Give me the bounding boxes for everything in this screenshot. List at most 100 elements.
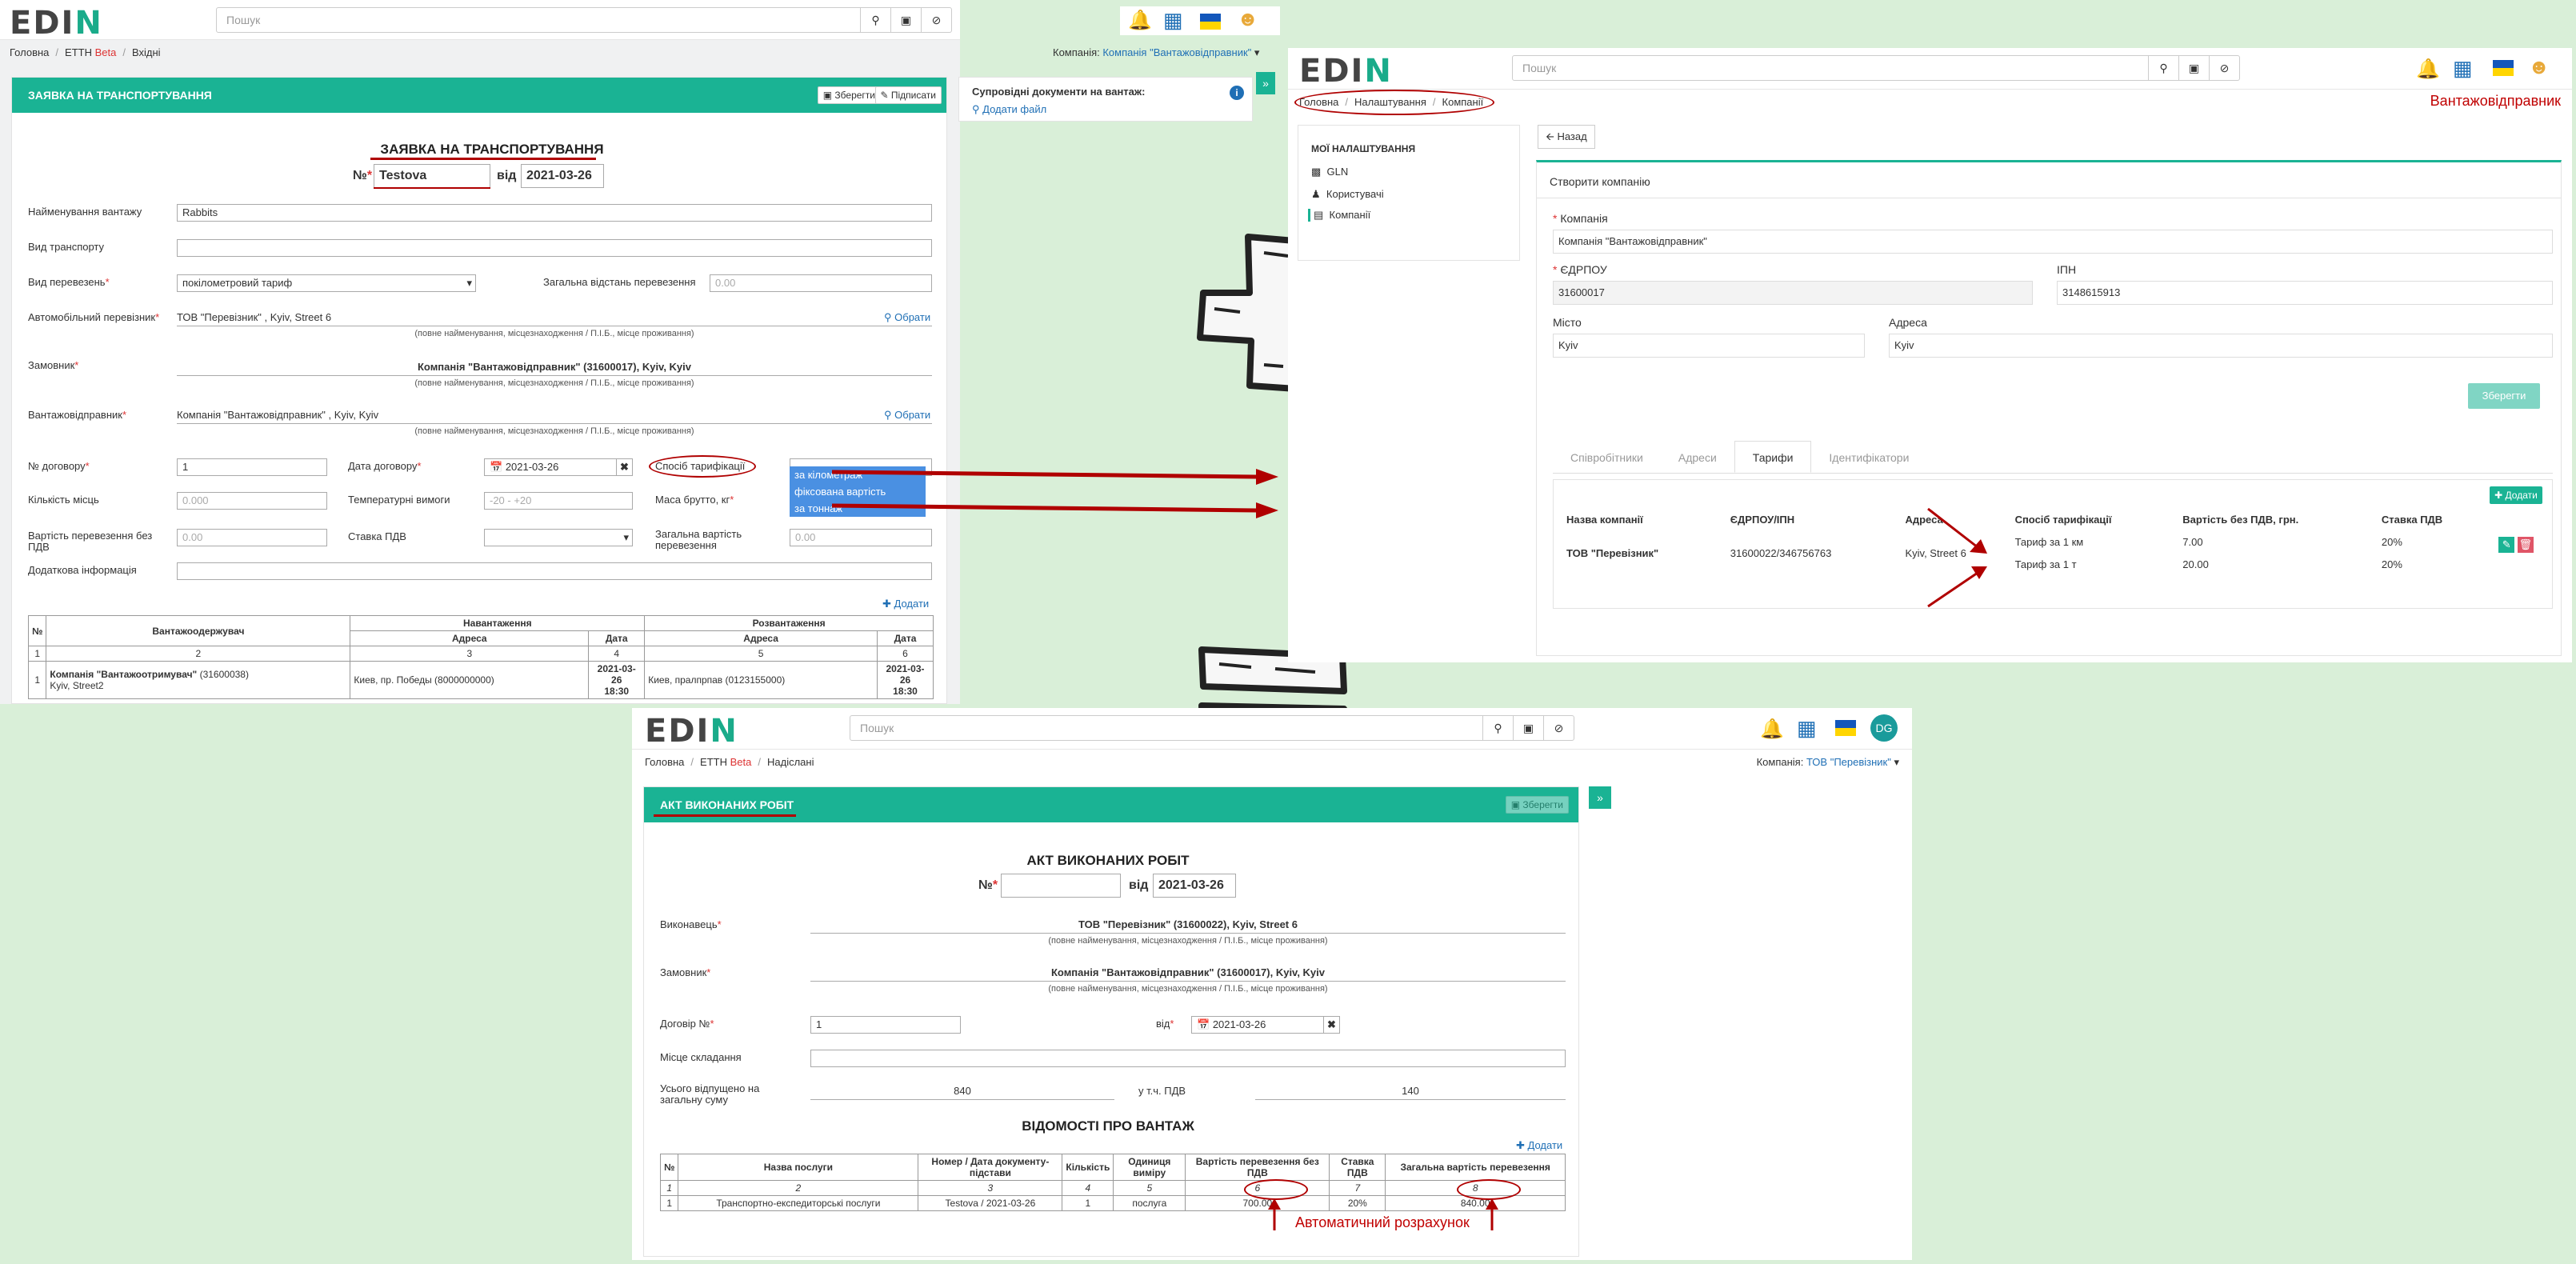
crumb-home[interactable]: Головна <box>645 756 684 768</box>
company-selector[interactable]: Компанія: ТОВ "Перевізник" ▾ <box>1757 756 1899 769</box>
ukraine-flag-icon[interactable] <box>1200 14 1221 30</box>
company-selector-shot1[interactable]: Компанія: Компанія "Вантажовідправник" ▾ <box>1053 46 1259 59</box>
ukraine-flag-icon[interactable] <box>2493 60 2514 76</box>
crumb-sent[interactable]: Надіслані <box>767 756 814 768</box>
collapse-side-button[interactable]: » <box>1589 786 1611 809</box>
ipn-input[interactable]: 3148615913 <box>2057 281 2553 305</box>
extra-info-input[interactable] <box>177 562 932 580</box>
company-tabs: Співробітники Адреси Тарифи Ідентифікатори <box>1553 441 2553 474</box>
search-input[interactable]: Пошук <box>226 14 260 26</box>
bell-icon[interactable]: 🔔 <box>1760 718 1784 741</box>
user-avatar-icon[interactable]: ☻ <box>2528 54 2550 79</box>
crumb-inbox[interactable]: Вхідні <box>132 46 161 58</box>
crumb-ettn[interactable]: ЕТТН <box>700 756 727 768</box>
clear-icon[interactable]: ⊘ <box>2209 56 2239 80</box>
sidebar-item-gln[interactable]: ▩ GLN <box>1311 166 1348 178</box>
user-avatar[interactable]: DG <box>1870 714 1898 742</box>
sidebar-item-users[interactable]: ♟ Користувачі <box>1311 188 1384 201</box>
edin-logo[interactable]: EDIN <box>10 5 103 42</box>
customer-label: Замовник* <box>660 966 711 978</box>
places-input[interactable]: 0.000 <box>177 492 327 510</box>
company-input[interactable]: Компанія "Вантажовідправник" <box>1553 230 2553 254</box>
search-input[interactable]: Пошук <box>860 722 894 734</box>
info-icon[interactable]: i <box>1230 86 1244 100</box>
collage: { "shot1": { "logo": "EDIN", "search_pla… <box>0 0 2576 1264</box>
search-bar[interactable]: Пошук ⚲ ▣ ⊘ <box>216 7 952 33</box>
date-input[interactable]: 2021-03-26 <box>521 164 604 188</box>
clear-date-icon[interactable]: ✖ <box>616 459 632 475</box>
crumb-ettn[interactable]: ЕТТН <box>65 46 92 58</box>
clear-icon[interactable]: ⊘ <box>1543 716 1574 740</box>
address-input[interactable]: Kyiv <box>1889 334 2553 358</box>
tab-employees[interactable]: Співробітники <box>1553 442 1661 474</box>
tariff-method-highlight <box>649 455 756 478</box>
save-button[interactable]: ▣ Зберегти <box>817 86 881 104</box>
search-bar[interactable]: Пошук ⚲ ▣ ⊘ <box>850 715 1574 741</box>
shipper-choose-link[interactable]: ⚲ Обрати <box>884 409 930 422</box>
sidebar-title: МОЇ НАЛАШТУВАННЯ <box>1311 143 1416 154</box>
total-cost-label: Загальна вартість перевезення <box>655 528 742 551</box>
cargo-name-input[interactable]: Rabbits <box>177 204 932 222</box>
bell-icon[interactable]: 🔔 <box>1128 9 1152 32</box>
vat-rate-select[interactable]: ▾ <box>484 529 633 546</box>
search-bar[interactable]: Пошук ⚲ ▣ ⊘ <box>1512 55 2240 81</box>
user-avatar-icon[interactable]: ☻ <box>1237 6 1258 31</box>
apps-grid-icon[interactable]: ▦ <box>1797 716 1817 741</box>
crumb-home[interactable]: Головна <box>10 46 49 58</box>
apps-grid-icon[interactable]: ▦ <box>1163 8 1183 33</box>
place-input[interactable] <box>810 1050 1566 1067</box>
save-icon[interactable]: ▣ <box>2178 56 2209 80</box>
number-input[interactable]: Testova <box>374 164 490 188</box>
carrier-choose-link[interactable]: ⚲ Обрати <box>884 311 930 324</box>
add-tariff-button[interactable]: ✚ Додати <box>2490 486 2542 504</box>
back-button[interactable]: 🡨 Назад <box>1538 125 1595 149</box>
contract-date-input[interactable]: 📅 2021-03-26 ✖ <box>484 458 633 476</box>
date-input[interactable]: 2021-03-26 <box>1153 874 1236 898</box>
search-input[interactable]: Пошук <box>1522 62 1556 74</box>
contract-date-input[interactable]: 📅 2021-03-26 ✖ <box>1191 1016 1340 1034</box>
routes-table: № Вантажоодержувач Навантаження Розвантажен… <box>27 615 934 699</box>
tab-identifiers[interactable]: Ідентифікатори <box>1811 442 1926 474</box>
edin-logo[interactable]: EDIN <box>1299 53 1393 90</box>
edin-logo[interactable]: EDIN <box>645 713 738 750</box>
contract-label: Договір №* <box>660 1018 714 1030</box>
add-row-link[interactable]: ✚ Додати <box>882 598 929 610</box>
add-row-link[interactable]: ✚ Додати <box>1516 1139 1562 1152</box>
delete-icon[interactable]: 🗑 <box>2517 537 2534 553</box>
search-icon[interactable]: ⚲ <box>1482 716 1513 740</box>
top-bar: EDIN Пошук ⚲ ▣ ⊘ <box>0 0 960 42</box>
clear-date-icon[interactable]: ✖ <box>1323 1017 1339 1033</box>
carriage-kind-select[interactable]: покілометровий тариф ▾ <box>177 274 476 292</box>
tab-addresses[interactable]: Адреси <box>1661 442 1734 474</box>
sign-button[interactable]: ✎ Підписати <box>874 86 942 104</box>
total-cost-input[interactable]: 0.00 <box>790 529 932 546</box>
apps-grid-icon[interactable]: ▦ <box>2453 56 2473 81</box>
tab-tariffs[interactable]: Тарифи <box>1734 441 1812 473</box>
collapse-side-button[interactable]: » <box>1256 72 1275 94</box>
save-button[interactable]: ▣ Зберегти <box>1505 796 1569 814</box>
save-icon[interactable]: ▣ <box>1513 716 1543 740</box>
table-row[interactable]: 1 Компанія "Вантажоотримувач" (31600038)… <box>27 661 934 699</box>
sidebar-item-companies[interactable]: ▤ Компанії <box>1308 209 1508 222</box>
search-icon[interactable]: ⚲ <box>860 8 890 32</box>
clear-icon[interactable]: ⊘ <box>921 8 951 32</box>
executor-value: ТОВ "Перевізник" (31600022), Kyiv, Stree… <box>810 917 1566 934</box>
contract-input[interactable]: 1 <box>810 1016 961 1034</box>
number-input[interactable] <box>1001 874 1121 898</box>
transport-kind-input[interactable] <box>177 239 932 257</box>
places-label: Кількість місць <box>28 494 99 506</box>
add-file-link[interactable]: ⚲ Додати файл <box>972 103 1046 116</box>
search-icon[interactable]: ⚲ <box>2148 56 2178 80</box>
total-distance-input[interactable]: 0.00 <box>710 274 932 292</box>
bell-icon[interactable]: 🔔 <box>2416 58 2440 81</box>
save-company-button[interactable]: Зберегти <box>2468 383 2540 409</box>
edit-icon[interactable]: ✎ <box>2498 537 2515 553</box>
city-input[interactable]: Kyiv <box>1553 334 1865 358</box>
temp-input[interactable]: -20 - +20 <box>484 492 633 510</box>
save-icon[interactable]: ▣ <box>890 8 921 32</box>
cost-input[interactable]: 0.00 <box>177 529 327 546</box>
table-row[interactable]: ТОВ "Перевізник" 31600022/346756763 Kyiv… <box>1562 530 2544 559</box>
contract-no-input[interactable]: 1 <box>177 458 327 476</box>
edrpou-input[interactable]: 31600017 <box>1553 281 2033 305</box>
ukraine-flag-icon[interactable] <box>1835 720 1856 736</box>
